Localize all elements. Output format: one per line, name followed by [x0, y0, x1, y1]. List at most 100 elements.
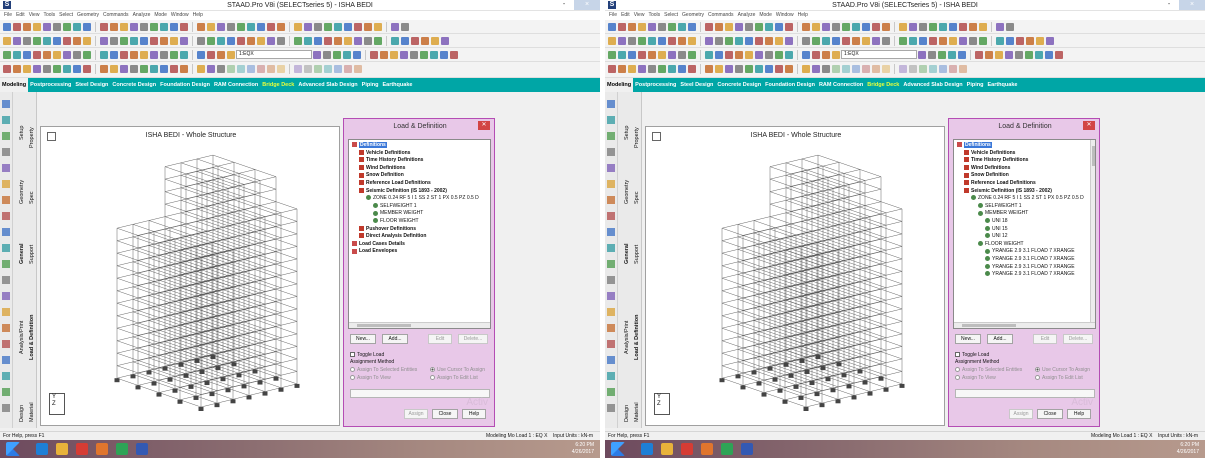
toolbar-tool-icon[interactable]: [735, 65, 743, 73]
toolbar-tool-icon[interactable]: [180, 51, 188, 59]
sidebar-tab-spec[interactable]: Spec: [27, 191, 37, 204]
toolbar-tool-icon[interactable]: [928, 51, 936, 59]
sidebar-tool-icon[interactable]: [2, 276, 10, 284]
toolbar-tool-icon[interactable]: [333, 51, 341, 59]
toolbar-tool-icon[interactable]: [775, 37, 783, 45]
toolbar-tool-icon[interactable]: [755, 51, 763, 59]
toolbar-tool-icon[interactable]: [180, 37, 188, 45]
toolbar-tool-icon[interactable]: [608, 65, 616, 73]
toolbar-tool-icon[interactable]: [207, 51, 215, 59]
toolbar-tool-icon[interactable]: [785, 37, 793, 45]
tree-node[interactable]: Direct Analysis Definition: [359, 233, 426, 240]
toolbar-tool-icon[interactable]: [725, 51, 733, 59]
toolbar-tool-icon[interactable]: [450, 51, 458, 59]
sidebar-tool-icon[interactable]: [2, 260, 10, 268]
toolbar-tool-icon[interactable]: [217, 65, 225, 73]
tree-node[interactable]: ZONE 0.24 RF 5 I 1 SS 2 ST 1 PX 0.5 PZ 0…: [971, 195, 1084, 202]
tab-bridge-deck[interactable]: Bridge Deck: [260, 78, 296, 92]
ie-browser-icon[interactable]: [36, 443, 48, 455]
sidebar-tool-icon[interactable]: [607, 276, 615, 284]
toolbar-tool-icon[interactable]: [431, 37, 439, 45]
toolbar-tool-icon[interactable]: [304, 23, 312, 31]
sidebar-tool-icon[interactable]: [2, 180, 10, 188]
toolbar-tool-icon[interactable]: [420, 51, 428, 59]
toolbar-tool-icon[interactable]: [324, 23, 332, 31]
toolbar-tool-icon[interactable]: [370, 51, 378, 59]
toolbar-tool-icon[interactable]: [802, 23, 810, 31]
toolbar-tool-icon[interactable]: [705, 51, 713, 59]
toolbar-tool-icon[interactable]: [822, 23, 830, 31]
toolbar-tool-icon[interactable]: [344, 23, 352, 31]
toolbar-tool-icon[interactable]: [313, 51, 321, 59]
toolbar-tool-icon[interactable]: [899, 23, 907, 31]
toolbar-tool-icon[interactable]: [217, 51, 225, 59]
toolbar-tool-icon[interactable]: [628, 23, 636, 31]
toolbar-tool-icon[interactable]: [110, 65, 118, 73]
tab-postprocessing[interactable]: Postprocessing: [633, 78, 678, 92]
staad-taskbar-icon[interactable]: [136, 443, 148, 455]
menu-item-geometry[interactable]: Geometry: [77, 11, 99, 20]
toolbar-tool-icon[interactable]: [939, 37, 947, 45]
checkbox-box[interactable]: [955, 352, 960, 358]
menu-item-mode[interactable]: Mode: [154, 11, 167, 20]
sidebar-tool-icon[interactable]: [607, 340, 615, 348]
windows-start-icon[interactable]: [6, 442, 20, 456]
tree-node[interactable]: MEMBER WEIGHT: [373, 210, 423, 217]
minimize-icon[interactable]: -: [558, 0, 570, 10]
toolbar-tool-icon[interactable]: [715, 23, 723, 31]
sidebar-tool-icon[interactable]: [2, 196, 10, 204]
sidebar-tool-icon[interactable]: [607, 404, 615, 412]
tree-node[interactable]: Reference Load Definitions: [964, 180, 1036, 187]
toolbar-tool-icon[interactable]: [304, 37, 312, 45]
radio-circle[interactable]: [430, 367, 435, 373]
toolbar-tool-icon[interactable]: [959, 65, 967, 73]
tree-node[interactable]: FLOOR WEIGHT: [373, 218, 419, 225]
toolbar-tool-icon[interactable]: [608, 23, 616, 31]
firefox-icon[interactable]: [701, 443, 713, 455]
toolbar-tool-icon[interactable]: [862, 37, 870, 45]
firefox-icon[interactable]: [96, 443, 108, 455]
toolbar-tool-icon[interactable]: [390, 51, 398, 59]
toolbar-tool-icon[interactable]: [745, 65, 753, 73]
toolbar-tool-icon[interactable]: [822, 51, 830, 59]
radio-circle[interactable]: [955, 367, 960, 373]
sidebar-tool-icon[interactable]: [2, 244, 10, 252]
close-icon[interactable]: ×: [1179, 0, 1205, 10]
toolbar-tool-icon[interactable]: [237, 65, 245, 73]
toolbar-tool-icon[interactable]: [668, 51, 676, 59]
sidebar-tool-icon[interactable]: [607, 292, 615, 300]
close-button[interactable]: Close: [1037, 409, 1063, 419]
toolbar-tool-icon[interactable]: [725, 37, 733, 45]
sidebar-tab-property[interactable]: Property: [27, 127, 37, 148]
toolbar-tool-icon[interactable]: [140, 51, 148, 59]
toolbar-tool-icon[interactable]: [929, 37, 937, 45]
toolbar-tool-icon[interactable]: [1055, 51, 1063, 59]
add-button[interactable]: Add...: [987, 334, 1013, 344]
sidebar-tool-icon[interactable]: [607, 388, 615, 396]
toolbar-tool-icon[interactable]: [735, 51, 743, 59]
toolbar-tool-icon[interactable]: [832, 23, 840, 31]
tab-modeling[interactable]: Modeling: [605, 78, 634, 92]
toolbar-tool-icon[interactable]: [53, 65, 61, 73]
load-tree[interactable]: Definitions Vehicle Definitions Time Histo…: [953, 139, 1096, 329]
toolbar-tool-icon[interactable]: [130, 23, 138, 31]
toolbar-tool-icon[interactable]: [939, 65, 947, 73]
toolbar-tool-icon[interactable]: [3, 51, 11, 59]
toolbar-tool-icon[interactable]: [294, 37, 302, 45]
radio-assign-selected[interactable]: Assign To Selected Entities: [350, 367, 417, 374]
sidebar-tool-icon[interactable]: [2, 148, 10, 156]
toolbar-tool-icon[interactable]: [160, 65, 168, 73]
toolbar-tool-icon[interactable]: [13, 51, 21, 59]
sidebar-tab-material[interactable]: Material: [632, 402, 642, 422]
toolbar-tool-icon[interactable]: [765, 37, 773, 45]
tree-node[interactable]: Snow Definition: [359, 172, 404, 179]
tree-node[interactable]: YRANGE 2.9 3.1 FLOAD 7 XRANGE: [985, 264, 1075, 271]
toolbar-tool-icon[interactable]: [130, 37, 138, 45]
toolbar-tool-icon[interactable]: [100, 51, 108, 59]
toolbar-tool-icon[interactable]: [410, 51, 418, 59]
scrollbar-thumb[interactable]: [357, 324, 411, 327]
toolbar-tool-icon[interactable]: [909, 65, 917, 73]
tree-node[interactable]: Wind Definitions: [359, 165, 405, 172]
tree-node[interactable]: SELFWEIGHT 1: [373, 203, 417, 210]
menu-item-analyze[interactable]: Analyze: [133, 11, 151, 20]
